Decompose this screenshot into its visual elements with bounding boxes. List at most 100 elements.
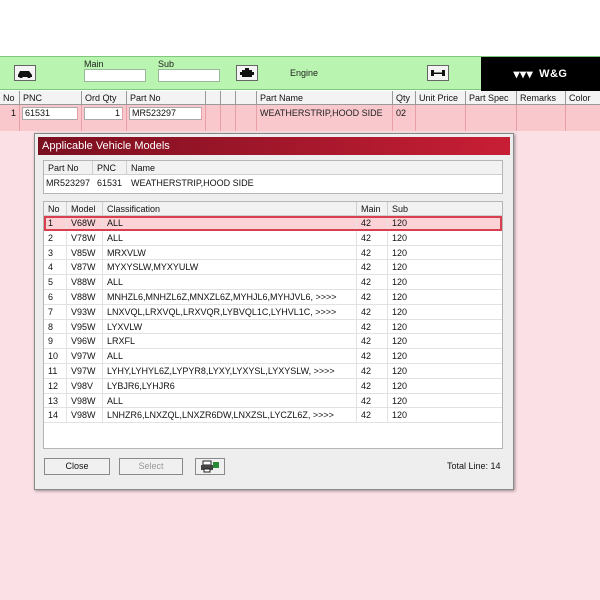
col-part-name[interactable]: Part Name xyxy=(257,91,393,104)
top-toolbar: Main Sub Engine ▾▾▾ W&G xyxy=(0,56,600,91)
model-no-cell: 5 xyxy=(44,275,67,289)
table-row[interactable]: 12 V98V LYBJR6,LYHJR6 42 120 xyxy=(44,378,502,394)
col-qty[interactable]: Qty xyxy=(393,91,416,104)
table-row[interactable]: 10 V97W ALL 42 120 xyxy=(44,349,502,364)
table-row[interactable]: 1 61531 1 MR523297 WEATHERSTRIP,HOOD SID… xyxy=(0,105,600,131)
model-main-cell: 42 xyxy=(357,275,388,289)
col-blank-3 xyxy=(236,91,257,104)
col-remarks[interactable]: Remarks xyxy=(517,91,566,104)
table-row[interactable]: 2 V78W ALL 42 120 xyxy=(44,230,502,246)
model-classification-cell: ALL xyxy=(103,230,357,245)
table-row[interactable]: 13 V98W ALL 42 120 xyxy=(44,393,502,409)
model-classification-cell: LNXVQL,LRXVQL,LRXVQR,LYBVQL1C,LYHVL1C, >… xyxy=(103,304,357,319)
parts-grid: No PNC Ord Qty Part No Part Name Qty Uni… xyxy=(0,91,600,131)
model-classification-cell: ALL xyxy=(103,275,357,289)
print-button[interactable] xyxy=(195,458,225,475)
select-button[interactable]: Select xyxy=(119,458,183,475)
model-classification-cell: LRXFL xyxy=(103,334,357,349)
col-pnc[interactable]: PNC xyxy=(20,91,82,104)
main-input[interactable] xyxy=(84,69,146,82)
model-classification-cell: LNHZR6,LNXZQL,LNXZR6DW,LNXZSL,LYCZL6Z, >… xyxy=(103,408,357,423)
brand-logo: ▾▾▾ W&G xyxy=(481,57,600,91)
table-row[interactable]: 4 V87W MYXYSLW,MYXYULW 42 120 xyxy=(44,260,502,276)
table-row[interactable]: 1 V68W ALL 42 120 xyxy=(44,216,502,231)
engine-icon[interactable] xyxy=(236,65,258,81)
model-name-cell: V98W xyxy=(67,408,103,423)
model-name-cell: V95W xyxy=(67,319,103,334)
ord-qty-cell: 1 xyxy=(82,105,127,131)
pnc-field[interactable]: 61531 xyxy=(22,107,78,120)
model-main-cell: 42 xyxy=(357,230,388,245)
info-part-no: MR523297 xyxy=(46,178,91,188)
table-row[interactable]: 3 V85W MRXVLW 42 120 xyxy=(44,245,502,261)
model-col-model[interactable]: Model xyxy=(67,202,103,215)
model-name-cell: V96W xyxy=(67,334,103,349)
model-sub-cell: 120 xyxy=(392,247,408,258)
qty-cell: 02 xyxy=(393,105,416,131)
model-name-cell: V98W xyxy=(67,393,103,408)
model-col-no[interactable]: No xyxy=(44,202,67,215)
model-no-cell: 6 xyxy=(44,289,67,304)
model-main-cell: 42 xyxy=(357,393,388,408)
table-row[interactable]: 11 V97W LYHY,LYHYL6Z,LYPYR8,LYXY,LYXYSL,LY… xyxy=(44,363,502,379)
unit-price-cell xyxy=(416,105,466,131)
model-sub-cell: 120 xyxy=(392,410,408,421)
col-unit-price[interactable]: Unit Price xyxy=(416,91,466,104)
model-name-cell: V88W xyxy=(67,275,103,289)
model-no-cell: 9 xyxy=(44,334,67,349)
model-col-classification[interactable]: Classification xyxy=(103,202,357,215)
model-main-cell: 42 xyxy=(357,319,388,334)
model-sub-cell: 120 xyxy=(392,218,408,228)
model-col-sub[interactable]: Sub xyxy=(388,202,502,215)
model-sub-cell: 120 xyxy=(392,336,408,347)
remarks-cell xyxy=(517,105,566,131)
model-classification-cell: MRXVLW xyxy=(103,245,357,260)
col-part-no[interactable]: Part No xyxy=(127,91,206,104)
blank-cell-1 xyxy=(206,105,221,131)
applicable-vehicle-models-dialog: Applicable Vehicle Models Part No PNC Na… xyxy=(34,133,514,490)
part-no-field[interactable]: MR523297 xyxy=(129,107,202,120)
engine-label: Engine xyxy=(290,68,319,78)
model-no-cell: 11 xyxy=(44,363,67,378)
model-main-cell: 42 xyxy=(357,408,388,423)
model-name-cell: V68W xyxy=(67,216,103,230)
model-col-main[interactable]: Main xyxy=(357,202,388,215)
model-main-cell: 42 xyxy=(357,349,388,363)
col-ord-qty[interactable]: Ord Qty xyxy=(82,91,127,104)
table-row[interactable]: 8 V95W LYXVLW 42 120 xyxy=(44,319,502,335)
model-classification-cell: MYXYSLW,MYXYULW xyxy=(103,260,357,275)
table-row[interactable]: 6 V88W MNHZL6,MNHZL6Z,MNXZL6Z,MYHJL6,MYHJV… xyxy=(44,289,502,305)
model-main-cell: 42 xyxy=(357,378,388,393)
ord-qty-field[interactable]: 1 xyxy=(84,107,123,120)
table-row[interactable]: 7 V93W LNXVQL,LRXVQL,LRXVQR,LYBVQL1C,LYHVL… xyxy=(44,304,502,320)
model-name-cell: V88W xyxy=(67,289,103,304)
model-main-cell: 42 xyxy=(357,289,388,304)
axle-icon[interactable] xyxy=(427,65,449,81)
col-blank-1 xyxy=(206,91,221,104)
col-part-spec[interactable]: Part Spec xyxy=(466,91,517,104)
model-name-cell: V97W xyxy=(67,349,103,363)
model-classification-cell: ALL xyxy=(103,349,357,363)
sub-input[interactable] xyxy=(158,69,220,82)
model-main-cell: 42 xyxy=(357,334,388,349)
table-row[interactable]: 14 V98W LNHZR6,LNXZQL,LNXZR6DW,LNXZSL,LYCZ… xyxy=(44,408,502,424)
table-row[interactable]: 5 V88W ALL 42 120 xyxy=(44,275,502,290)
model-sub-cell: 120 xyxy=(392,380,408,391)
col-no[interactable]: No xyxy=(0,91,20,104)
dialog-title[interactable]: Applicable Vehicle Models xyxy=(38,137,510,155)
car-icon[interactable] xyxy=(14,65,36,81)
main-label: Main xyxy=(84,59,104,69)
model-sub-cell: 120 xyxy=(392,351,408,362)
model-no-cell: 8 xyxy=(44,319,67,334)
close-button[interactable]: Close xyxy=(44,458,110,475)
sub-label: Sub xyxy=(158,59,175,69)
model-main-cell: 42 xyxy=(357,304,388,319)
model-sub-cell: 120 xyxy=(392,306,408,317)
printer-icon xyxy=(201,460,219,473)
model-name-cell: V85W xyxy=(67,245,103,260)
col-color[interactable]: Color xyxy=(566,91,600,104)
total-line: Total Line: 14 xyxy=(447,461,501,471)
model-sub-cell: 120 xyxy=(392,232,408,243)
table-row[interactable]: 9 V96W LRXFL 42 120 xyxy=(44,334,502,350)
model-name-cell: V87W xyxy=(67,260,103,275)
